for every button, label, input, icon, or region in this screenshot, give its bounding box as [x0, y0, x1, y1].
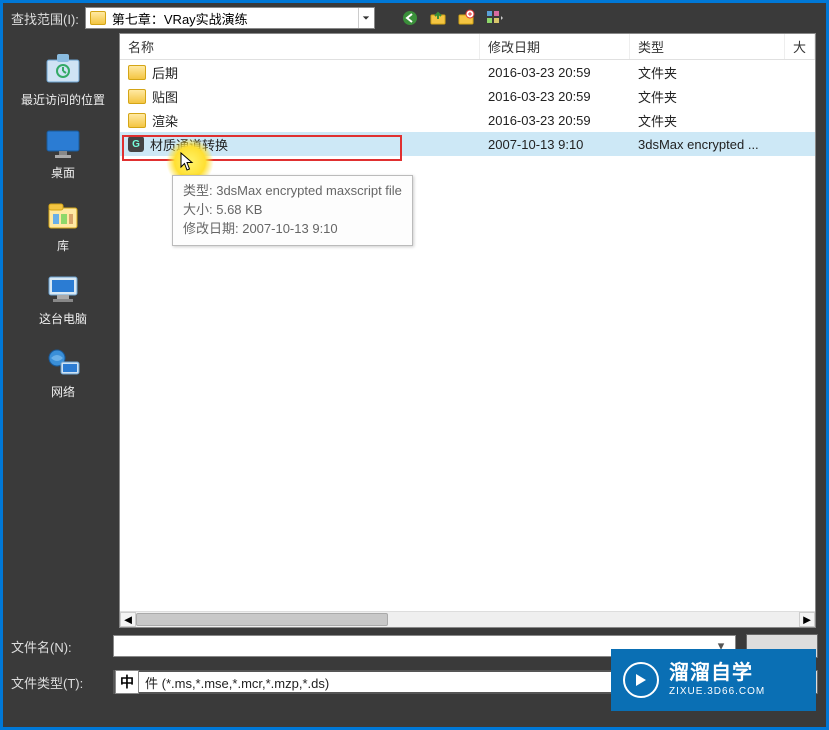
path-dropdown[interactable]: 第七章：VRay实战演练 [85, 7, 375, 29]
sidebar-item-label: 网络 [51, 383, 75, 400]
lookin-label: 查找范围(I): [11, 9, 79, 28]
desktop-icon [42, 126, 84, 162]
file-name: 后期 [152, 63, 178, 82]
toolbar-icons [401, 9, 503, 27]
file-type: 文件夹 [630, 87, 815, 106]
file-name: 贴图 [152, 87, 178, 106]
filename-label: 文件名(N): [11, 637, 103, 656]
col-size[interactable]: 大 [785, 34, 815, 59]
sidebar-item-network[interactable]: 网络 [42, 345, 84, 400]
file-type: 文件夹 [630, 111, 815, 130]
file-row[interactable]: 后期 2016-03-23 20:59文件夹 [120, 60, 815, 84]
file-list-pane: 名称 修改日期 类型 大 后期2016-03-23 20:59文件夹贴图2016… [119, 33, 816, 628]
sidebar-item-thispc[interactable]: 这台电脑 [39, 272, 87, 327]
file-name: 渲染 [152, 111, 178, 130]
sidebar-item-recent[interactable]: 最近访问的位置 [21, 53, 105, 108]
tooltip-line: 修改日期: 2007-10-13 9:10 [183, 220, 402, 239]
sidebar-item-label: 库 [57, 237, 69, 254]
new-folder-icon[interactable] [457, 9, 475, 27]
file-name-cell: 渲染 [120, 111, 480, 130]
file-date: 2016-03-23 20:59 [480, 65, 630, 80]
col-date[interactable]: 修改日期 [480, 34, 630, 59]
filetype-label: 文件类型(T): [11, 673, 103, 692]
watermark-title: 溜溜自学 [669, 661, 765, 686]
view-menu-icon[interactable] [485, 9, 503, 27]
sidebar-item-label: 这台电脑 [39, 310, 87, 327]
sidebar-item-library[interactable]: 库 [42, 199, 84, 254]
scroll-track[interactable] [136, 612, 799, 627]
folder-icon [90, 11, 106, 25]
file-name: 材质通道转换 [150, 135, 228, 154]
scroll-left-icon[interactable]: ◄ [120, 612, 136, 627]
library-icon [42, 199, 84, 235]
col-name[interactable]: 名称 [120, 34, 480, 59]
file-type: 文件夹 [630, 63, 815, 82]
file-name-cell: 贴图 [120, 87, 480, 106]
file-name-cell: 后期 [120, 63, 480, 82]
up-folder-icon[interactable] [429, 9, 447, 27]
col-type[interactable]: 类型 [630, 34, 785, 59]
folder-icon [128, 113, 146, 128]
scroll-right-icon[interactable]: ► [799, 612, 815, 627]
watermark-url: ZIXUE.3D66.COM [669, 686, 765, 699]
tooltip-line: 类型: 3dsMax encrypted maxscript file [183, 182, 402, 201]
folder-icon [128, 65, 146, 80]
path-text: 第七章：VRay实战演练 [110, 9, 358, 28]
folder-icon [128, 89, 146, 104]
file-tooltip: 类型: 3dsMax encrypted maxscript file 大小: … [172, 175, 413, 246]
file-row[interactable]: 渲染 2016-03-23 20:59文件夹 [120, 108, 815, 132]
watermark: 溜溜自学 ZIXUE.3D66.COM [611, 649, 816, 711]
file-row[interactable]: G 材质通道转换 2007-10-13 9:103dsMax encrypted .… [120, 132, 815, 156]
computer-icon [42, 272, 84, 308]
scroll-thumb[interactable] [136, 613, 388, 626]
file-name-cell: G 材质通道转换 [120, 135, 480, 154]
horizontal-scrollbar[interactable]: ◄ ► [120, 611, 815, 627]
script-icon: G [128, 136, 144, 152]
toolbar: 查找范围(I): 第七章：VRay实战演练 [3, 3, 826, 33]
recent-icon [42, 53, 84, 89]
column-headers[interactable]: 名称 修改日期 类型 大 [120, 34, 815, 60]
file-type: 3dsMax encrypted ... [630, 137, 815, 152]
sidebar-item-desktop[interactable]: 桌面 [42, 126, 84, 181]
ime-badge[interactable]: 中 [115, 670, 139, 694]
sidebar-item-label: 最近访问的位置 [21, 91, 105, 108]
file-row[interactable]: 贴图 2016-03-23 20:59文件夹 [120, 84, 815, 108]
sidebar-item-label: 桌面 [51, 164, 75, 181]
file-date: 2007-10-13 9:10 [480, 137, 630, 152]
file-date: 2016-03-23 20:59 [480, 113, 630, 128]
file-rows: 后期2016-03-23 20:59文件夹贴图2016-03-23 20:59文… [120, 60, 815, 611]
filetype-value: 件 (*.ms,*.mse,*.mcr,*.mzp,*.ds) [145, 673, 329, 692]
places-sidebar: 最近访问的位置 桌面 库 这台电脑 网络 [7, 33, 119, 628]
dropdown-icon[interactable] [358, 8, 374, 28]
back-icon[interactable] [401, 9, 419, 27]
tooltip-line: 大小: 5.68 KB [183, 201, 402, 220]
watermark-logo-icon [623, 662, 659, 698]
network-icon [42, 345, 84, 381]
file-date: 2016-03-23 20:59 [480, 89, 630, 104]
